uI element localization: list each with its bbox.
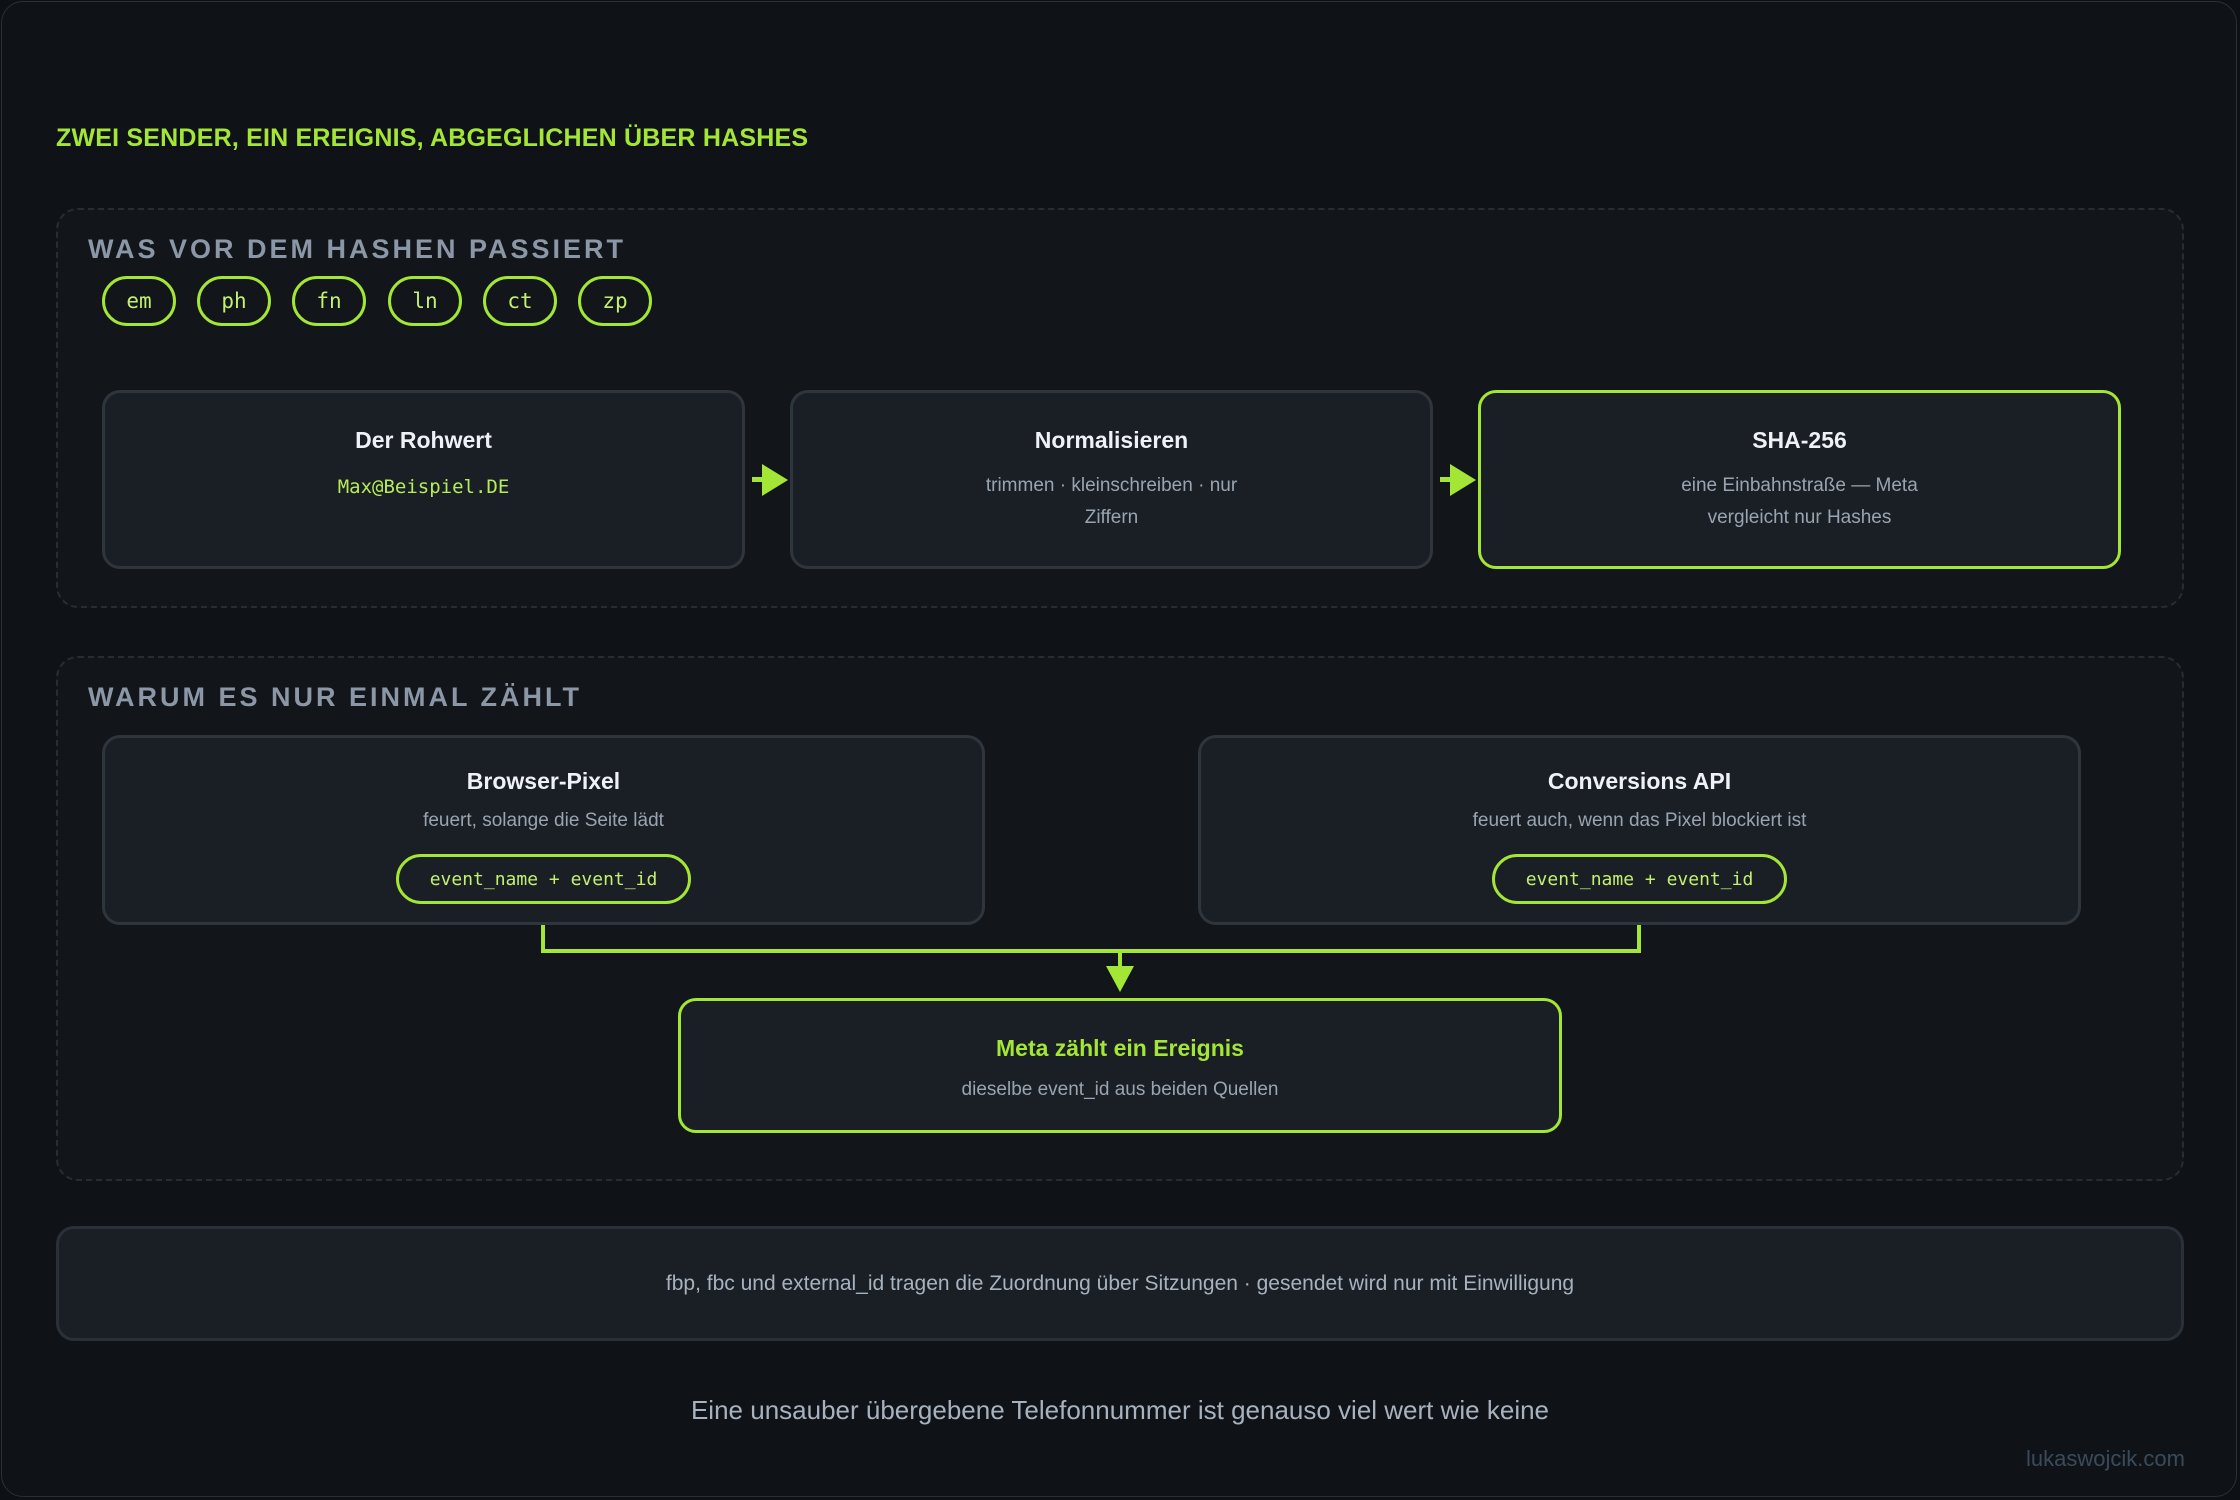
source-conversions-api-tag: event_name + event_id (1492, 854, 1787, 904)
arrow-right-icon (1450, 464, 1476, 496)
step-sha256-line2: vergleicht nur Hashes (1707, 507, 1892, 528)
step-normalize: Normalisieren trimmen · kleinschreiben ·… (790, 390, 1433, 569)
chip-em: em (102, 276, 176, 326)
step-sha256: SHA-256 eine Einbahnstraße — Meta vergle… (1478, 390, 2121, 569)
credit-link[interactable]: lukaswojcik.com (2026, 1446, 2185, 1472)
connector-horizontal (541, 949, 1641, 953)
chip-zp: zp (578, 276, 652, 326)
source-browser-pixel-subtitle: feuert, solange die Seite lädt (423, 810, 664, 831)
result-one-event-title: Meta zählt ein Ereignis (996, 1035, 1244, 1061)
section-dedup-title: WARUM ES NUR EINMAL ZÄHLT (88, 682, 582, 712)
step-normalize-title: Normalisieren (1034, 427, 1189, 453)
footer-note: fbp, fbc und external_id tragen die Zuor… (56, 1226, 2184, 1341)
arrow-down-icon (1106, 966, 1134, 992)
chip-fn: fn (292, 276, 366, 326)
source-conversions-api-subtitle: feuert auch, wenn das Pixel blockiert is… (1472, 810, 1807, 831)
step-sha256-line1: eine Einbahnstraße — Meta (1681, 475, 1918, 496)
result-one-event: Meta zählt ein Ereignis dieselbe event_i… (678, 998, 1562, 1133)
arrow-right-icon (762, 464, 788, 496)
step-normalize-line1: trimmen · kleinschreiben · nur (985, 475, 1238, 496)
page-title: ZWEI SENDER, EIN EREIGNIS, ABGEGLICHEN Ü… (56, 124, 809, 152)
section-hashing-title: WAS VOR DEM HASHEN PASSIERT (88, 234, 627, 264)
chip-ph: ph (197, 276, 271, 326)
source-conversions-api-title: Conversions API (1547, 768, 1732, 794)
step-raw-value: Der Rohwert Max@Beispiel.DE (102, 390, 745, 569)
step-normalize-line2: Ziffern (1084, 507, 1139, 528)
source-browser-pixel-tag: event_name + event_id (396, 854, 691, 904)
step-raw-value-title: Der Rohwert (355, 427, 492, 453)
chip-ln: ln (388, 276, 462, 326)
result-one-event-subtitle: dieselbe event_id aus beiden Quellen (961, 1079, 1279, 1100)
step-sha256-title: SHA-256 (1752, 427, 1847, 453)
step-raw-value-example: Max@Beispiel.DE (337, 476, 510, 498)
chip-ct: ct (483, 276, 557, 326)
source-browser-pixel-title: Browser-Pixel (466, 768, 621, 794)
tagline: Eine unsauber übergebene Telefonnummer i… (690, 1395, 1550, 1425)
